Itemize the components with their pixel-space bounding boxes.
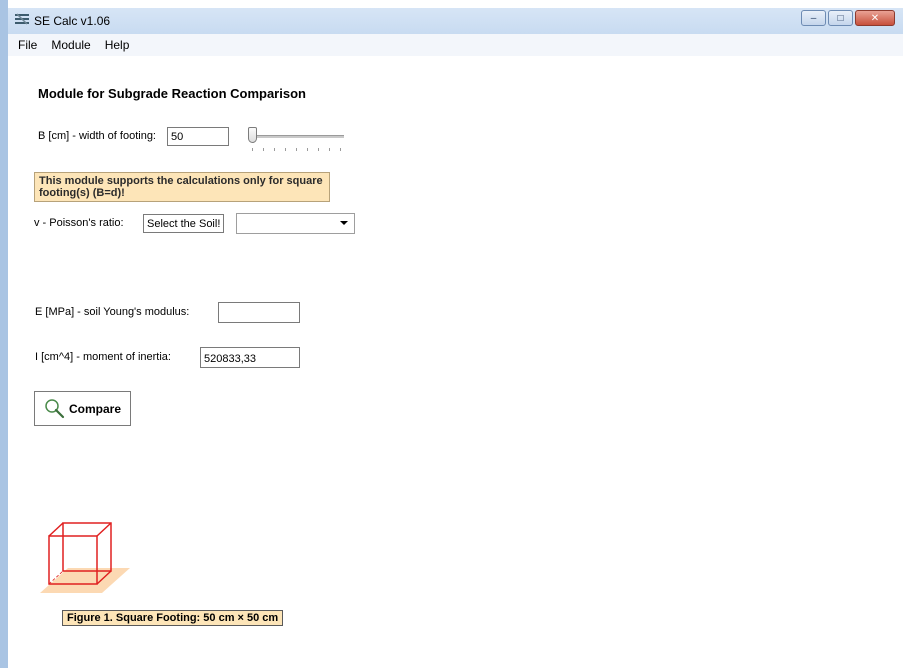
chevron-down-icon bbox=[340, 221, 348, 225]
slider-track bbox=[250, 135, 344, 138]
width-label: B [cm] - width of footing: bbox=[38, 130, 156, 142]
soil-dropdown[interactable] bbox=[236, 213, 355, 234]
select-soil-label: Select the Soil! bbox=[143, 214, 225, 233]
slider-tick bbox=[307, 148, 308, 151]
slider-tick bbox=[340, 148, 341, 151]
square-footing-figure bbox=[40, 522, 130, 593]
width-input[interactable]: 50 bbox=[167, 127, 229, 146]
title-bar-top-edge bbox=[8, 0, 903, 8]
menu-help[interactable]: Help bbox=[98, 38, 137, 52]
menu-file[interactable]: File bbox=[8, 38, 44, 52]
inertia-input[interactable]: 520833,33 bbox=[200, 347, 300, 368]
width-slider[interactable] bbox=[244, 126, 346, 154]
slider-thumb[interactable] bbox=[248, 127, 257, 143]
figure-caption: Figure 1. Square Footing: 50 cm × 50 cm bbox=[62, 610, 284, 626]
slider-tick bbox=[263, 148, 264, 151]
slider-tick bbox=[285, 148, 286, 151]
menu-bar: File Module Help bbox=[8, 34, 903, 56]
inertia-label: I [cm^4] - moment of inertia: bbox=[35, 351, 171, 363]
compare-button-label: Compare bbox=[69, 401, 122, 416]
menu-module[interactable]: Module bbox=[44, 38, 97, 52]
title-bar[interactable]: SE Calc v1.06 – □ ✕ bbox=[8, 0, 903, 34]
young-modulus-label: E [MPa] - soil Young's modulus: bbox=[35, 306, 190, 318]
window-title: SE Calc v1.06 bbox=[34, 14, 111, 28]
slider-tick bbox=[329, 148, 330, 151]
slider-tick bbox=[296, 148, 297, 151]
compare-button[interactable]: Compare bbox=[34, 391, 131, 426]
slider-tick bbox=[274, 148, 275, 151]
minimize-button[interactable]: – bbox=[801, 10, 826, 26]
slider-tick bbox=[318, 148, 319, 151]
app-icon bbox=[15, 13, 29, 25]
module-heading: Module for Subgrade Reaction Comparison bbox=[38, 86, 306, 101]
young-modulus-input[interactable] bbox=[218, 302, 300, 323]
slider-tick bbox=[252, 148, 253, 151]
square-footing-warning: This module supports the calculations on… bbox=[34, 172, 330, 202]
close-button[interactable]: ✕ bbox=[855, 10, 895, 26]
maximize-button[interactable]: □ bbox=[828, 10, 853, 26]
search-icon bbox=[45, 398, 65, 418]
poisson-label: v - Poisson's ratio: bbox=[34, 217, 124, 229]
